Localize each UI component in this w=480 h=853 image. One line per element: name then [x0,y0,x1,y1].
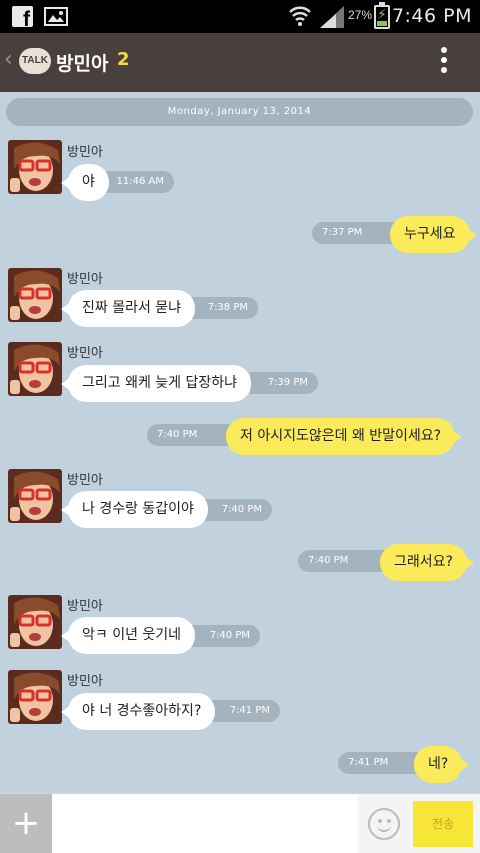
chat-title: 방민아 [56,53,109,75]
wifi-icon [288,4,312,32]
sender-avatar[interactable] [8,670,62,724]
sender-avatar[interactable] [8,595,62,649]
outgoing-message[interactable]: 누구세요 [390,216,477,253]
incoming-message[interactable]: 악ㅋ 이년 웃기네 [60,617,196,654]
message-time: 7:37 PM [312,222,402,244]
message-time: 7:40 PM [190,625,260,647]
facebook-icon: f [12,6,33,30]
outgoing-message[interactable]: 저 아시지도않은데 왜 반말이세요? [226,418,463,455]
outgoing-message[interactable]: 네? [414,746,470,783]
message-input[interactable] [52,794,358,853]
incoming-message[interactable]: 진짜 몰라서 묻냐 [60,290,196,327]
incoming-message[interactable]: 야 너 경수좋아하지? [60,693,216,730]
incoming-message[interactable]: 나 경수랑 동갑이야 [61,491,208,528]
sender-avatar[interactable] [8,140,62,194]
chat-header: ‹ TALK 방민아 2 [0,33,480,92]
kakaotalk-logo[interactable]: TALK [19,48,51,74]
send-button[interactable]: 전송 [413,801,473,847]
sender-name: 방민아 [67,473,103,488]
sender-name: 방민아 [67,599,103,614]
member-count: 2 [117,49,130,70]
sender-name: 방민아 [67,145,103,160]
message-input-bar: + 전송 [0,793,480,853]
sender-avatar[interactable] [8,469,62,523]
back-arrow-icon[interactable]: ‹ [4,47,13,72]
sender-name: 방민아 [67,674,103,689]
emoticon-icon[interactable] [368,808,400,840]
overflow-menu-icon[interactable] [441,47,447,77]
gallery-icon [44,7,68,26]
signal-icon [320,6,344,32]
incoming-message[interactable]: 그리고 왜케 늦게 답장하냐 [60,365,252,402]
sender-name: 방민아 [67,346,103,361]
sender-name: 방민아 [67,272,103,287]
clock: 7:46 PM [391,5,472,27]
message-time: 7:39 PM [250,372,318,394]
message-time: 7:41 PM [208,700,280,722]
message-time: 11:46 AM [100,171,174,193]
sender-avatar[interactable] [8,342,62,396]
date-divider: Monday, January 13, 2014 [6,98,473,126]
incoming-message[interactable]: 야 [61,164,109,201]
sender-avatar[interactable] [8,268,62,322]
outgoing-message[interactable]: 그래서요? [380,544,474,581]
battery-percent: 27% [348,8,373,22]
battery-icon: ⚡ [374,2,390,29]
attach-plus-button[interactable]: + [0,794,52,853]
message-time: 7:40 PM [200,499,272,521]
status-bar: f 27% ⚡ 7:46 PM [0,0,480,33]
